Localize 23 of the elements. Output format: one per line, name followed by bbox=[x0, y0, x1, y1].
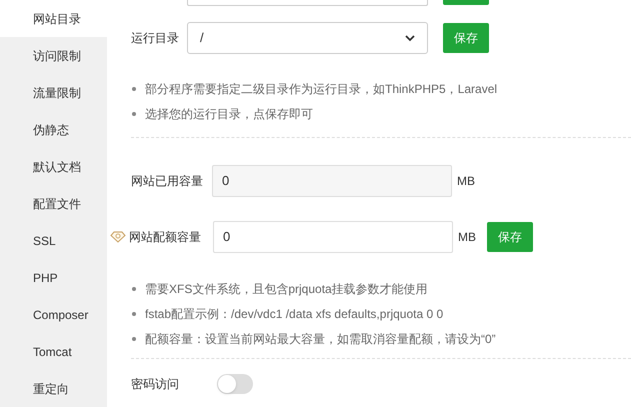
bullet-icon bbox=[132, 87, 136, 91]
bullet-icon bbox=[132, 337, 136, 341]
tip-text: 需要XFS文件系统，且包含prjquota挂载参数才能使用 bbox=[145, 281, 428, 298]
field-label: 网站配额容量 bbox=[129, 229, 202, 246]
tip-text: 配额容量：设置当前网站最大容量，如需取消容量配额，请设为“0” bbox=[145, 331, 496, 348]
tip-text: fstab配置示例：/dev/vdc1 /data xfs defaults,prjquota 0 0 bbox=[145, 306, 444, 323]
chevron-down-icon bbox=[405, 34, 415, 42]
unit-label: MB bbox=[457, 173, 475, 190]
tip-text: 选择您的运行目录，点保存即可 bbox=[145, 106, 313, 123]
unit-label: MB bbox=[458, 229, 476, 246]
field-label: 运行目录 bbox=[131, 30, 180, 47]
bullet-icon bbox=[132, 287, 136, 291]
input-field[interactable]: 0 bbox=[212, 165, 452, 197]
diamond-icon bbox=[110, 231, 126, 243]
bullet-icon bbox=[132, 312, 136, 316]
bullet-icon bbox=[132, 112, 136, 116]
toggle-switch[interactable] bbox=[217, 374, 253, 394]
sidebar-item[interactable]: 网站目录 bbox=[0, 0, 107, 37]
field-label: 密码访问 bbox=[131, 376, 180, 393]
directory-select[interactable]: / bbox=[187, 22, 428, 54]
tip-text: 部分程序需要指定二级目录作为运行目录，如ThinkPHP5，Laravel bbox=[145, 81, 498, 98]
field-label: 网站已用容量 bbox=[131, 173, 204, 190]
input-field[interactable]: 0 bbox=[213, 221, 453, 253]
